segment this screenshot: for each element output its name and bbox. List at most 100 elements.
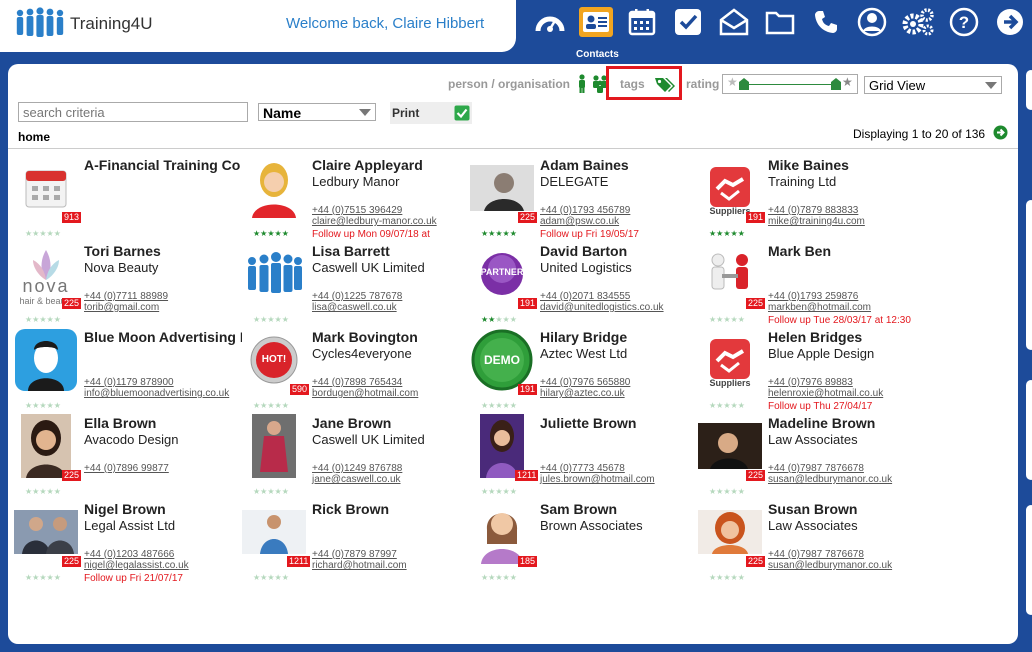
contact-photo[interactable] xyxy=(698,414,762,478)
contact-card[interactable]: Suppliers 191 ★★★★★ Mike Baines Training Ltd… xyxy=(698,156,926,242)
contact-phone[interactable]: +44 (0)7515 396429 xyxy=(312,205,402,216)
follow-up-note[interactable]: Follow up Tue 28/03/17 at 12:30 xyxy=(768,315,911,326)
contact-email[interactable]: claire@ledbury-manor.co.uk xyxy=(312,216,437,227)
nav-calls[interactable] xyxy=(806,4,846,40)
message-count-badge[interactable]: 225 xyxy=(746,298,766,309)
contact-name[interactable]: Adam Baines xyxy=(540,157,629,173)
star-rating[interactable]: ★★★★★ xyxy=(253,488,289,496)
contact-email[interactable]: nigel@legalassist.co.uk xyxy=(84,560,189,571)
contact-email[interactable]: torib@gmail.com xyxy=(84,302,159,313)
star-rating[interactable]: ★★★★★ xyxy=(709,574,745,582)
contact-photo[interactable] xyxy=(242,500,306,564)
contact-name[interactable]: Mark Bovington xyxy=(312,329,418,345)
contact-card[interactable]: 1211 ★★★★★ Rick Brown +44 (0)7879 87997 rich… xyxy=(242,500,470,586)
contact-photo[interactable] xyxy=(698,242,762,306)
contact-name[interactable]: David Barton xyxy=(540,243,627,259)
contact-phone[interactable]: +44 (0)1179 878900 xyxy=(84,377,174,388)
contact-name[interactable]: Hilary Bridge xyxy=(540,329,627,345)
contact-name[interactable]: Sam Brown xyxy=(540,501,617,517)
contact-email[interactable]: info@bluemoonadvertising.co.uk xyxy=(84,388,229,399)
side-tab[interactable] xyxy=(1026,505,1032,615)
follow-up-note[interactable]: Follow up Mon 09/07/18 at xyxy=(312,229,430,240)
contact-phone[interactable]: +44 (0)1793 456789 xyxy=(540,205,630,216)
nav-mail[interactable] xyxy=(714,4,754,40)
message-count-badge[interactable]: 1211 xyxy=(287,556,311,567)
nav-dashboard[interactable] xyxy=(530,4,570,40)
view-select[interactable]: Grid View xyxy=(864,76,1002,94)
contact-email[interactable]: lisa@caswell.co.uk xyxy=(312,302,397,313)
star-rating[interactable]: ★★★★★ xyxy=(25,316,61,324)
contact-phone[interactable]: +44 (0)7976 565880 xyxy=(540,377,630,388)
contact-name[interactable]: Ella Brown xyxy=(84,415,156,431)
contact-photo[interactable] xyxy=(470,414,534,478)
contact-phone[interactable]: +44 (0)1249 876788 xyxy=(312,463,402,474)
contact-name[interactable]: Blue Moon Advertising L xyxy=(84,329,242,345)
contact-email[interactable]: mike@training4u.com xyxy=(768,216,865,227)
contact-photo[interactable]: PARTNER xyxy=(470,242,534,306)
contact-card[interactable]: 913 ★★★★★ A-Financial Training Co xyxy=(14,156,242,242)
contact-email[interactable]: jules.brown@hotmail.com xyxy=(540,474,655,485)
message-count-badge[interactable]: 191 xyxy=(518,298,538,309)
side-tab[interactable] xyxy=(1026,380,1032,480)
star-rating[interactable]: ★★★★★ xyxy=(25,230,61,238)
nav-logout[interactable] xyxy=(990,4,1030,40)
contact-name[interactable]: Susan Brown xyxy=(768,501,857,517)
star-rating[interactable]: ★★★★★ xyxy=(481,574,517,582)
star-rating[interactable]: ★★★★★ xyxy=(25,574,61,582)
message-count-badge[interactable]: 225 xyxy=(746,556,766,567)
contact-email[interactable]: bordugen@hotmail.com xyxy=(312,388,418,399)
contact-photo[interactable] xyxy=(242,414,306,478)
contact-name[interactable]: Tori Barnes xyxy=(84,243,161,259)
star-rating[interactable]: ★★★★★ xyxy=(253,402,289,410)
contact-card[interactable]: HOT! 590 ★★★★★ Mark Bovington Cycles4everyon… xyxy=(242,328,470,414)
contact-card[interactable]: nova hair & beauty 225 ★★★★★ Tori Barnes Nova… xyxy=(14,242,242,328)
contact-photo[interactable]: DEMO xyxy=(470,328,534,392)
message-count-badge[interactable]: 191 xyxy=(746,212,766,223)
nav-files[interactable] xyxy=(760,4,800,40)
contact-email[interactable]: susan@ledburymanor.co.uk xyxy=(768,474,892,485)
contact-photo[interactable] xyxy=(470,500,534,564)
contact-card[interactable]: 225 ★★★★★ Susan Brown Law Associates +44 (0)… xyxy=(698,500,926,586)
contact-email[interactable]: david@unitedlogistics.co.uk xyxy=(540,302,664,313)
nav-settings[interactable] xyxy=(898,4,938,40)
contact-email[interactable]: susan@ledburymanor.co.uk xyxy=(768,560,892,571)
contact-photo[interactable] xyxy=(698,500,762,564)
contact-email[interactable]: markben@hotmail.com xyxy=(768,302,871,313)
contact-photo[interactable]: Suppliers xyxy=(698,328,762,392)
contact-phone[interactable]: +44 (0)7879 883833 xyxy=(768,205,858,216)
breadcrumb-home[interactable]: home xyxy=(18,130,50,144)
follow-up-note[interactable]: Follow up Fri 19/05/17 xyxy=(540,229,639,240)
contact-photo[interactable] xyxy=(14,500,78,564)
contact-phone[interactable]: +44 (0)7879 87997 xyxy=(312,549,397,560)
contact-email[interactable]: adam@psw.co.uk xyxy=(540,216,619,227)
contact-phone[interactable]: +44 (0)1225 787678 xyxy=(312,291,402,302)
contact-name[interactable]: Madeline Brown xyxy=(768,415,875,431)
follow-up-note[interactable]: Follow up Thu 27/04/17 xyxy=(768,401,872,412)
contact-photo[interactable]: HOT! xyxy=(242,328,306,392)
contact-card[interactable]: 225 ★★★★★ Adam Baines DELEGATE +44 (0)1793 4… xyxy=(470,156,698,242)
contact-name[interactable]: Jane Brown xyxy=(312,415,391,431)
checkbox-checked-icon[interactable] xyxy=(454,105,470,121)
contact-photo[interactable] xyxy=(14,156,78,220)
contact-name[interactable]: Lisa Barrett xyxy=(312,243,390,259)
message-count-badge[interactable]: 225 xyxy=(746,470,766,481)
contact-photo[interactable]: Suppliers xyxy=(698,156,762,220)
message-count-badge[interactable]: 590 xyxy=(290,384,310,395)
nav-contacts[interactable] xyxy=(576,4,616,40)
message-count-badge[interactable]: 913 xyxy=(62,212,82,223)
contact-card[interactable]: ★★★★★ Blue Moon Advertising L +44 (0)1179 … xyxy=(14,328,242,414)
message-count-badge[interactable]: 185 xyxy=(518,556,538,567)
contact-photo[interactable] xyxy=(14,414,78,478)
star-rating[interactable]: ★★★★★ xyxy=(253,316,289,324)
contact-card[interactable]: 225 ★★★★★ Ella Brown Avacodo Design +44 (0)7… xyxy=(14,414,242,500)
contact-name[interactable]: Juliette Brown xyxy=(540,415,636,431)
message-count-badge[interactable]: 225 xyxy=(62,556,82,567)
contact-card[interactable]: 185 ★★★★★ Sam Brown Brown Associates xyxy=(470,500,698,586)
contact-name[interactable]: Rick Brown xyxy=(312,501,389,517)
contact-phone[interactable]: +44 (0)1203 487666 xyxy=(84,549,174,560)
contact-card[interactable]: Suppliers ★★★★★ Helen Bridges Blue Apple De… xyxy=(698,328,926,414)
contact-card[interactable]: 225 ★★★★★ Mark Ben +44 (0)1793 259876 markbe… xyxy=(698,242,926,328)
contact-card[interactable]: ★★★★★ Jane Brown Caswell UK Limited +44 (0)… xyxy=(242,414,470,500)
star-rating[interactable]: ★★★★★ xyxy=(253,230,289,238)
star-rating[interactable]: ★★★★★ xyxy=(481,402,517,410)
